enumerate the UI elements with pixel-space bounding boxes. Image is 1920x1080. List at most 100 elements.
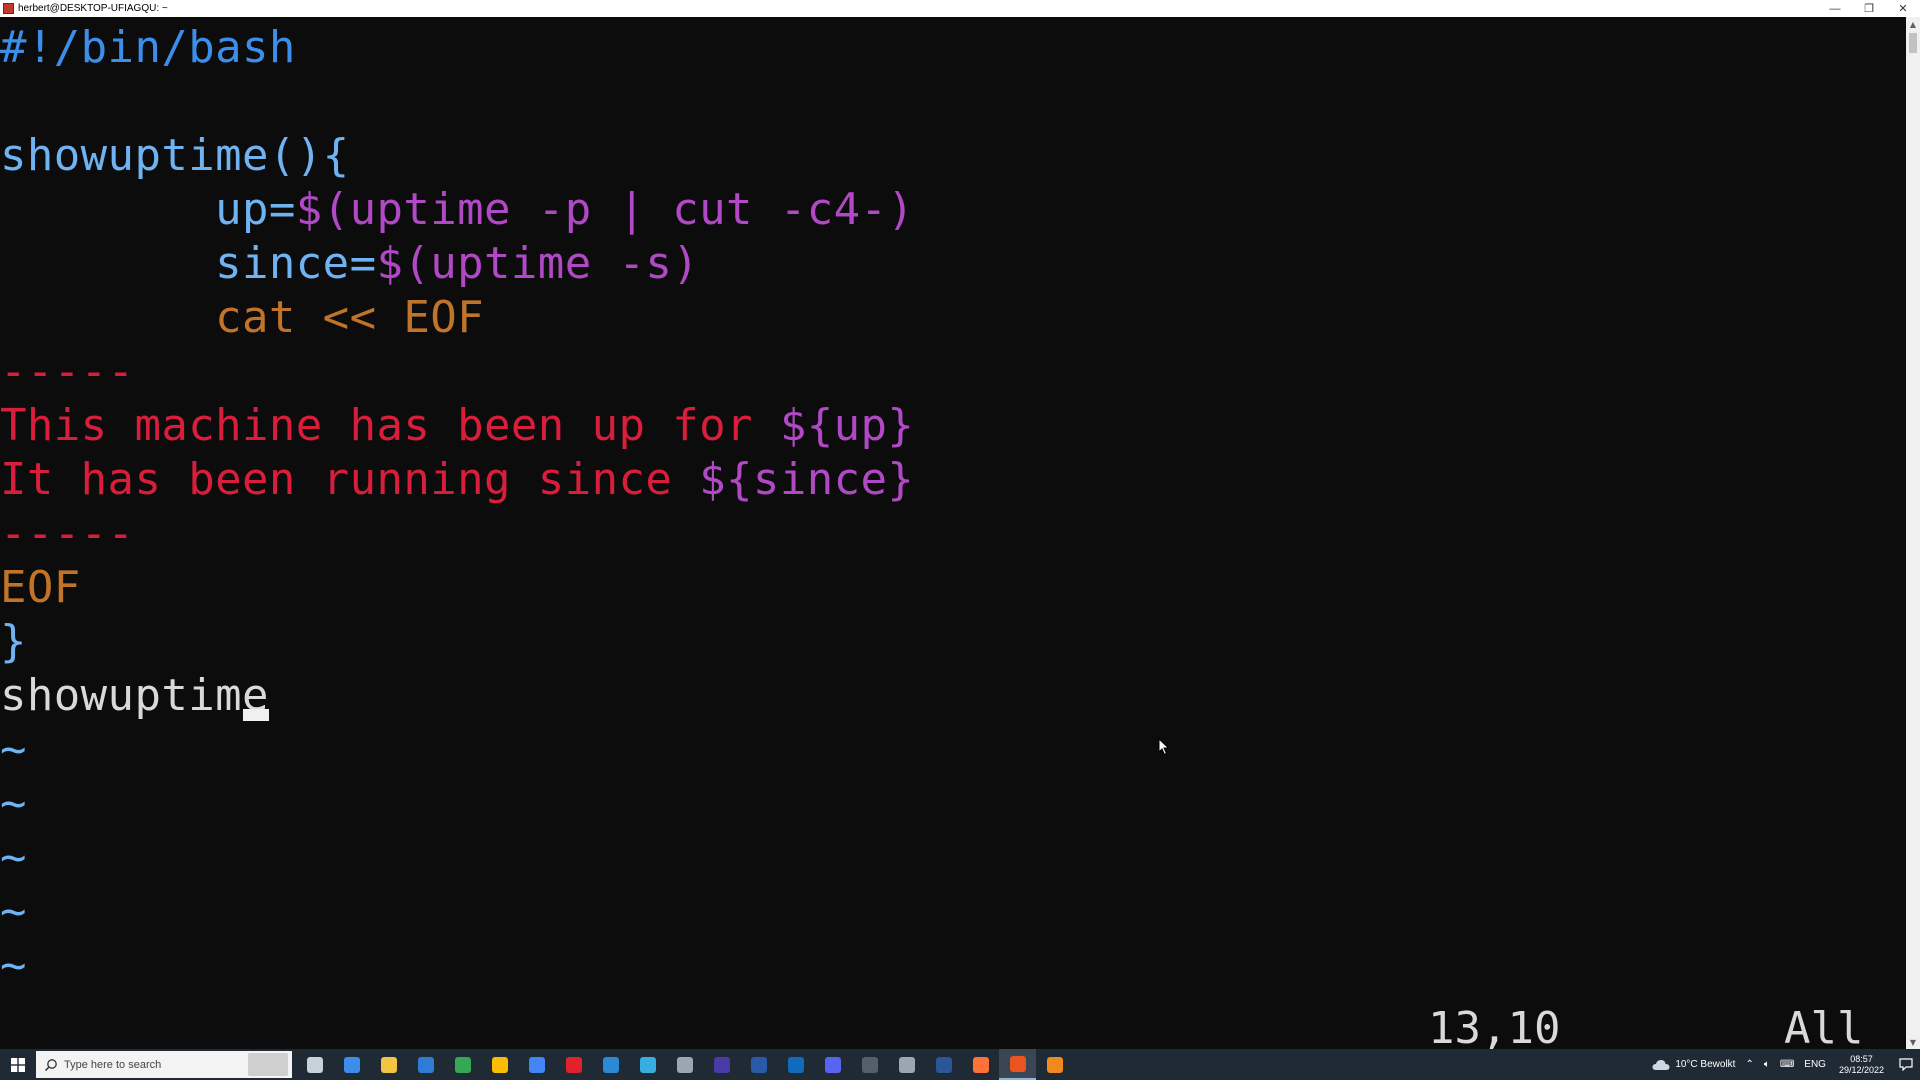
code-line: It has been running since ${since} [0,453,914,507]
taskbar-app-button[interactable] [629,1049,666,1080]
show-hidden-icons-button[interactable]: ⌃ [1745,1059,1753,1070]
scroll-down-arrow-icon[interactable]: ▼ [1906,1035,1920,1049]
code-line: This machine has been up for ${up} [0,399,914,453]
chevron-up-icon: ⌃ [1745,1059,1754,1070]
code-line: cat << EOF [0,291,484,345]
weather-text: 10°C Bewolkt [1675,1059,1736,1070]
weather-widget[interactable]: 10°C Bewolkt [1652,1059,1735,1071]
cursor-position: 13,10 [1428,1003,1561,1054]
taskbar-app-button[interactable] [888,1049,925,1080]
taskbar-app-button[interactable] [296,1049,333,1080]
mouse-pointer-icon [1158,738,1170,756]
system-tray: 10°C Bewolkt ⌃ 🔈︎ ⌨ ENG 08:57 29/12/2022 [1647,1049,1920,1080]
search-highlight-image[interactable] [248,1053,288,1076]
code-token: ${up} [779,400,915,451]
code-token: cat << EOF [0,292,485,343]
clock-time: 08:57 [1850,1053,1873,1064]
taskbar-app-button[interactable] [962,1049,999,1080]
code-token: $(uptime -p | cut -c4-) [295,184,915,235]
code-token: ~ [0,724,27,775]
search-icon [44,1058,57,1071]
code-line: showuptime [0,669,269,723]
taskbar-app-button[interactable] [925,1049,962,1080]
vim-editor[interactable]: 13,10 All #!/bin/bash showuptime(){ up=$(… [0,17,1906,1054]
scrollbar-thumb[interactable] [1909,33,1917,53]
code-line: since=$(uptime -s) [0,237,699,291]
code-line: showuptime(){ [0,129,350,183]
code-token: ----- [0,346,135,397]
taskbar-app-button[interactable] [518,1049,555,1080]
powershell-icon [750,1056,767,1073]
code-token: up= [0,184,296,235]
code-token: since= [0,238,377,289]
taskbar-search-box[interactable]: Type here to search [36,1051,292,1078]
search-placeholder: Type here to search [64,1058,162,1071]
taskbar-app-button[interactable] [740,1049,777,1080]
code-line: EOF [0,561,81,615]
notification-icon [1899,1058,1913,1071]
mail-icon [417,1056,434,1073]
empty-buffer-line: ~ [0,723,27,777]
vscode-icon [602,1056,619,1073]
taskbar-app-button[interactable] [777,1049,814,1080]
keyboard-button[interactable]: ⌨ [1780,1059,1794,1070]
code-token: showuptime [0,670,269,721]
minimize-button[interactable]: — [1818,0,1852,17]
taskbar-app-button[interactable] [851,1049,888,1080]
taskbar-app-button[interactable] [703,1049,740,1080]
language-indicator[interactable]: ENG [1804,1059,1826,1070]
taskbar-app-button[interactable] [333,1049,370,1080]
close-button[interactable]: ✕ [1886,0,1920,17]
code-line: #!/bin/bash [0,21,296,75]
code-token: ~ [0,778,27,829]
firefox-icon [972,1056,989,1073]
empty-buffer-line: ~ [0,831,27,885]
code-token: EOF [0,562,81,613]
taskbar-app-button[interactable] [592,1049,629,1080]
code-line: up=$(uptime -p | cut -c4-) [0,183,914,237]
start-button[interactable] [0,1049,36,1080]
terminal-app-icon [3,3,14,14]
code-token: } [0,616,27,667]
taskbar-app-button[interactable] [999,1049,1036,1080]
code-token: ----- [0,508,135,559]
clock[interactable]: 08:57 29/12/2022 [1839,1054,1884,1076]
taskbar-app-button[interactable] [1036,1049,1073,1080]
empty-buffer-line: ~ [0,885,27,939]
code-line: ----- [0,507,134,561]
taskbar-app-button[interactable] [666,1049,703,1080]
word-icon [935,1056,952,1073]
code-token: It has been running since [0,454,700,505]
opera-icon [565,1056,582,1073]
scroll-up-arrow-icon[interactable]: ▲ [1906,17,1920,31]
app-icon [713,1056,730,1073]
store-icon [343,1056,360,1073]
file-explorer-icon [380,1056,397,1073]
code-token: #!/bin/bash [0,22,296,73]
taskbar-app-button[interactable] [814,1049,851,1080]
volume-button[interactable]: 🔈︎ [1764,1059,1770,1070]
text-cursor [242,709,269,721]
speaker-icon: 🔈︎ [1763,1059,1770,1070]
task-view-icon [306,1056,323,1073]
code-token: ~ [0,940,27,991]
terminal-icon [861,1056,878,1073]
code-token: This machine has been up for [0,400,780,451]
taskbar-app-button[interactable] [370,1049,407,1080]
network-tool-icon [676,1056,693,1073]
window-titlebar[interactable]: herbert@DESKTOP-UFIAGQU: ~ — ❐ ✕ [0,0,1920,17]
empty-buffer-line: ~ [0,777,27,831]
taskbar-app-button[interactable] [407,1049,444,1080]
code-line: } [0,615,27,669]
code-token: $(uptime -s) [376,238,700,289]
restore-button[interactable]: ❐ [1852,0,1886,17]
notifications-button[interactable] [1892,1049,1920,1080]
taskbar-app-button[interactable] [555,1049,592,1080]
vertical-scrollbar[interactable]: ▲ ▼ [1906,17,1920,1049]
taskbar-app-button[interactable] [481,1049,518,1080]
code-line: ----- [0,345,134,399]
discord-icon [824,1056,841,1073]
taskbar-app-button[interactable] [444,1049,481,1080]
scroll-indicator: All [1784,1003,1864,1054]
ubuntu-terminal-icon [1009,1055,1026,1072]
